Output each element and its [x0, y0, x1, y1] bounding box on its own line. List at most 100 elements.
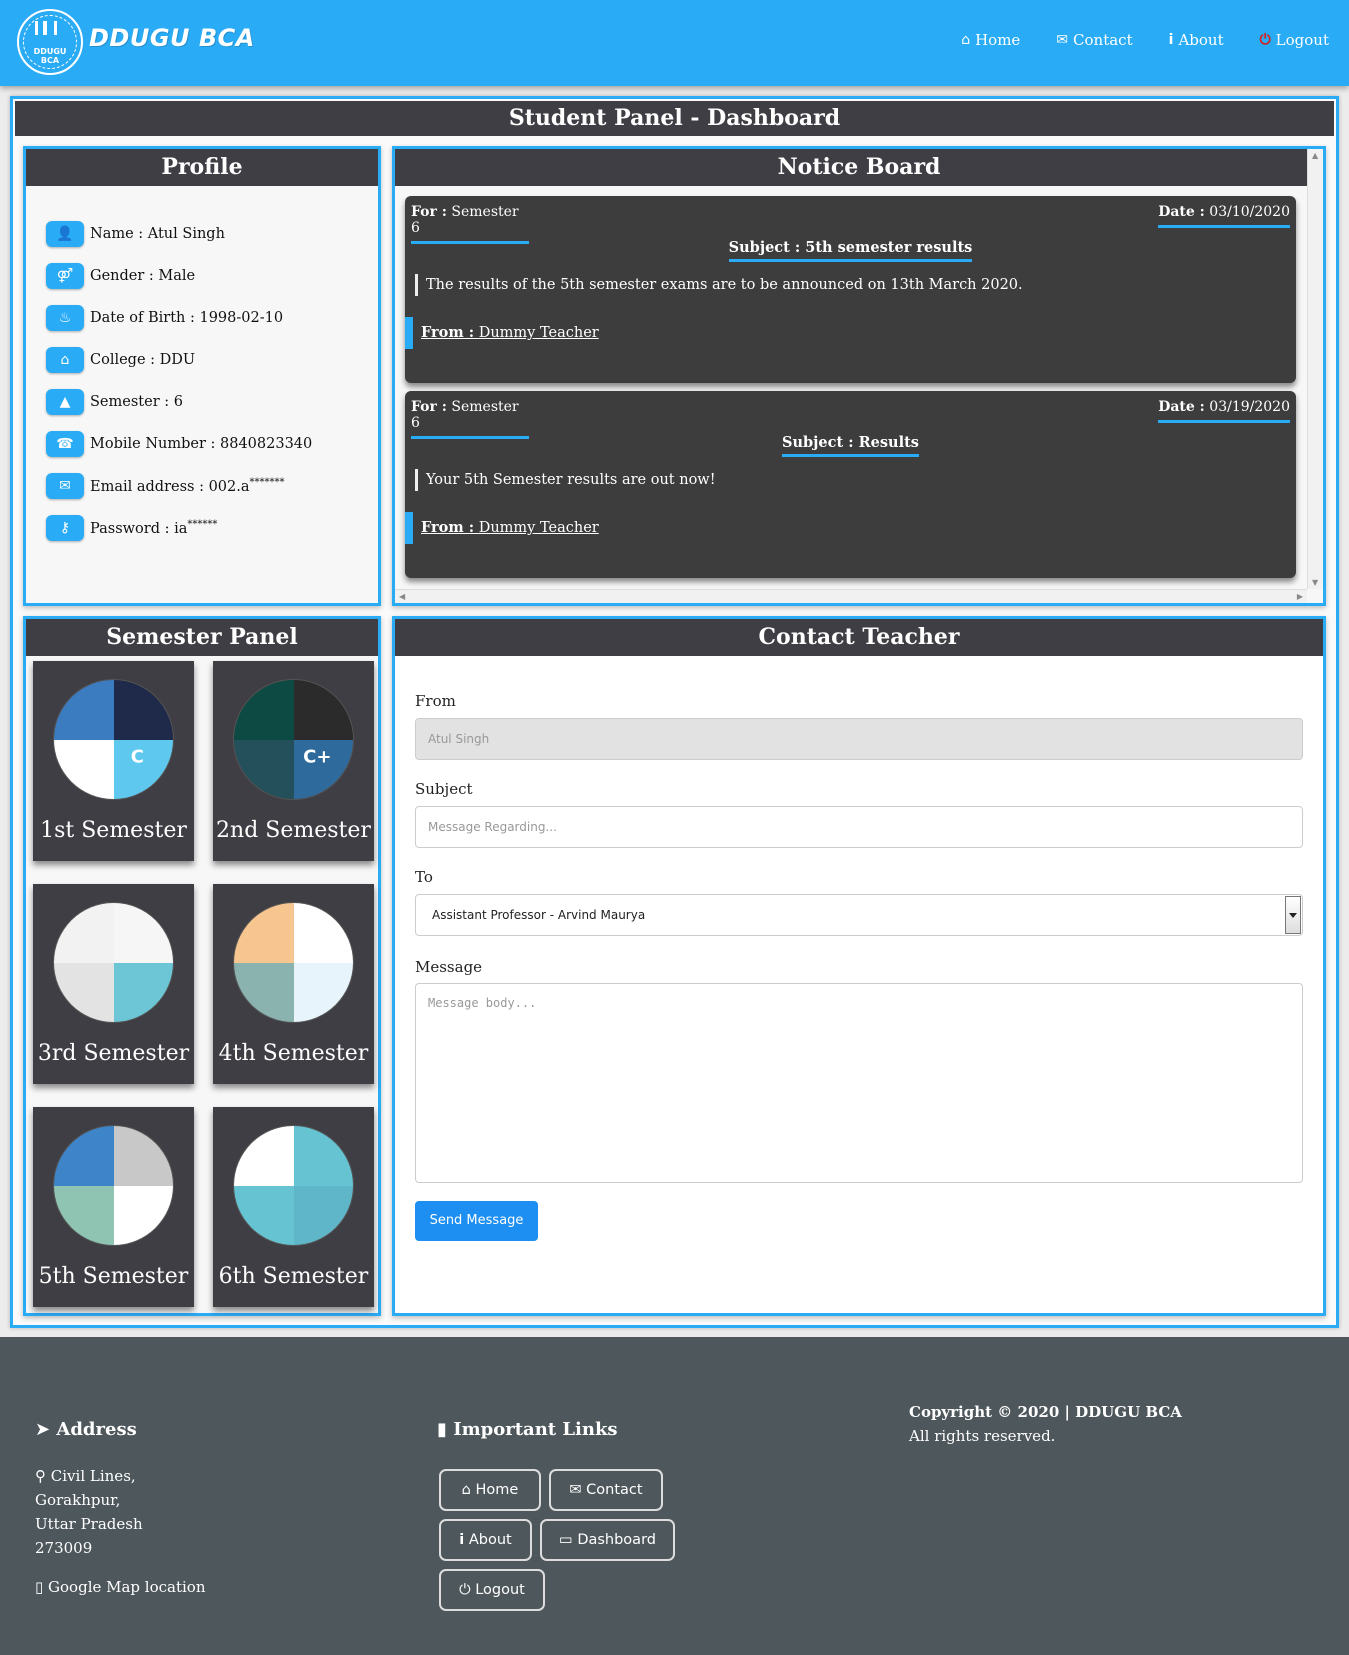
bookmark-icon: ▮ — [437, 1419, 447, 1440]
semester-label: 5th Semester — [38, 1264, 189, 1289]
send-message-button[interactable]: Send Message — [415, 1201, 538, 1241]
user-icon: 👤 — [46, 221, 84, 247]
birthday-cake-icon: ♨ — [46, 305, 84, 331]
chevron-down-icon[interactable] — [1285, 896, 1301, 934]
copyright: Copyright © 2020 | DDUGU BCA All rights … — [909, 1403, 1182, 1445]
scroll-left-icon[interactable]: ◀ — [399, 592, 405, 601]
profile-dob-row: ♨ Date of Birth : 1998-02-10 — [26, 297, 378, 339]
to-select[interactable]: Assistant Professor - Arvind Maurya — [415, 894, 1303, 936]
profile-title: Profile — [26, 149, 378, 186]
power-icon: ⏻ — [459, 1582, 471, 1598]
notice-list[interactable]: For : Semester 6 Date : 03/10/2020 Subje… — [395, 186, 1307, 589]
semester-label: 1st Semester — [40, 818, 187, 843]
notice-subject: Subject : 5th semester results — [405, 239, 1296, 262]
semester-image — [53, 1125, 174, 1246]
notice-body: The results of the 5th semester exams ar… — [415, 274, 1023, 296]
footer-about-button[interactable]: i About — [439, 1519, 532, 1561]
page-title: Student Panel - Dashboard — [15, 101, 1334, 136]
profile-list: 👤 Name : Atul Singh ⚤ Gender : Male ♨ Date … — [26, 186, 378, 549]
notice-for: For : Semester 6 — [411, 204, 529, 244]
map-icon: ▯ — [35, 1578, 44, 1596]
semester-card-4[interactable]: 4th Semester — [213, 884, 374, 1084]
navbar: DDUGU BCA DDUGU BCA ⌂ Home ✉ Contact i Abou… — [0, 0, 1349, 86]
c-language-icon: C — [130, 746, 144, 768]
semester-label: 3rd Semester — [37, 1041, 190, 1066]
notice-date: Date : 03/19/2020 — [1158, 399, 1290, 423]
home-icon: ⌂ — [461, 1482, 471, 1498]
desktop-icon: ▭ — [559, 1532, 573, 1548]
graduation-cap-icon: ▲ — [46, 389, 84, 415]
profile-email-row: ✉ Email address : 002.a******* — [26, 465, 378, 507]
semester-panel-title: Semester Panel — [26, 619, 378, 656]
semester-card-1[interactable]: C 1st Semester — [33, 661, 194, 861]
notice-from-link[interactable]: From : Dummy Teacher — [405, 512, 599, 544]
envelope-icon: ✉ — [46, 473, 84, 499]
message-label: Message — [415, 958, 483, 976]
notice-date: Date : 03/10/2020 — [1158, 204, 1290, 228]
semester-image — [53, 902, 174, 1023]
horizontal-scrollbar[interactable]: ◀ ▶ — [395, 589, 1307, 603]
logo-text-bottom: BCA — [40, 56, 60, 65]
semester-card-5[interactable]: 5th Semester — [33, 1107, 194, 1307]
logo[interactable]: DDUGU BCA — [17, 9, 83, 75]
notice-card: For : Semester 6 Date : 03/10/2020 Subje… — [405, 196, 1296, 383]
profile-semester-row: ▲ Semester : 6 — [26, 381, 378, 423]
notice-from-link[interactable]: From : Dummy Teacher — [405, 317, 599, 349]
notice-board-title: Notice Board — [395, 149, 1323, 186]
semester-image — [233, 902, 354, 1023]
footer-dashboard-button[interactable]: ▭ Dashboard — [540, 1519, 675, 1561]
semester-label: 4th Semester — [218, 1041, 369, 1066]
scroll-up-icon[interactable]: ▲ — [1312, 151, 1318, 160]
subject-input[interactable]: Message Regarding... — [415, 806, 1303, 848]
nav-logout-link[interactable]: ⏻ Logout — [1260, 31, 1329, 49]
notice-subject: Subject : Results — [405, 434, 1296, 457]
from-field: Atul Singh — [415, 718, 1303, 760]
nav-home-link[interactable]: ⌂ Home — [961, 31, 1020, 49]
google-map-link[interactable]: ▯ Google Map location — [35, 1578, 206, 1596]
footer-contact-button[interactable]: ✉ Contact — [549, 1469, 663, 1511]
books-icon — [35, 21, 57, 35]
profile-password-row: ⚷ Password : ia****** — [26, 507, 378, 549]
subject-label: Subject — [415, 780, 473, 798]
cpp-language-icon: C+ — [303, 746, 332, 768]
gender-icon: ⚤ — [46, 263, 84, 289]
semester-card-6[interactable]: 6th Semester — [213, 1107, 374, 1307]
scroll-right-icon[interactable]: ▶ — [1297, 592, 1303, 601]
profile-gender-row: ⚤ Gender : Male — [26, 255, 378, 297]
brand-name[interactable]: DDUGU BCA — [89, 24, 255, 52]
semester-image: C+ — [233, 679, 354, 800]
to-label: To — [415, 868, 433, 886]
vertical-scrollbar[interactable]: ▲ ▼ — [1307, 149, 1323, 589]
home-icon: ⌂ — [961, 32, 971, 48]
footer-logout-button[interactable]: ⏻ Logout — [439, 1569, 545, 1611]
footer-home-button[interactable]: ⌂ Home — [439, 1469, 541, 1511]
from-label: From — [415, 692, 456, 710]
envelope-icon: ✉ — [569, 1482, 582, 1498]
map-marker-icon: ⚲ — [35, 1467, 46, 1485]
nav-about-link[interactable]: i About — [1169, 31, 1224, 49]
address-block: ⚲ Civil Lines, Gorakhpur, Uttar Pradesh … — [35, 1467, 143, 1557]
semester-label: 6th Semester — [218, 1264, 369, 1289]
notice-board-panel: Notice Board For : Semester 6 Date : 03/… — [392, 146, 1326, 606]
footer: ➤ Address ⚲ Civil Lines, Gorakhpur, Utta… — [0, 1337, 1349, 1655]
nav-contact-link[interactable]: ✉ Contact — [1056, 31, 1132, 49]
semester-image: C — [53, 679, 174, 800]
logo-text-top: DDUGU — [33, 47, 67, 56]
profile-mobile-row: ☎ Mobile Number : 8840823340 — [26, 423, 378, 465]
links-heading: ▮ Important Links — [437, 1419, 618, 1440]
info-icon: i — [1168, 32, 1174, 48]
location-arrow-icon: ➤ — [35, 1419, 51, 1440]
envelope-icon: ✉ — [1056, 32, 1069, 48]
contact-teacher-title: Contact Teacher — [395, 619, 1323, 656]
scroll-down-icon[interactable]: ▼ — [1312, 578, 1318, 587]
notice-body: Your 5th Semester results are out now! — [415, 469, 716, 491]
institution-icon: ⌂ — [46, 347, 84, 373]
semester-card-3[interactable]: 3rd Semester — [33, 884, 194, 1084]
semester-label: 2nd Semester — [216, 818, 371, 843]
message-textarea[interactable]: Message body... — [415, 983, 1303, 1183]
address-heading: ➤ Address — [35, 1419, 137, 1440]
nav-links: ⌂ Home ✉ Contact i About ⏻ Logout — [961, 31, 1329, 49]
semester-card-2[interactable]: C+ 2nd Semester — [213, 661, 374, 861]
profile-name-row: 👤 Name : Atul Singh — [26, 213, 378, 255]
info-icon: i — [459, 1532, 465, 1548]
